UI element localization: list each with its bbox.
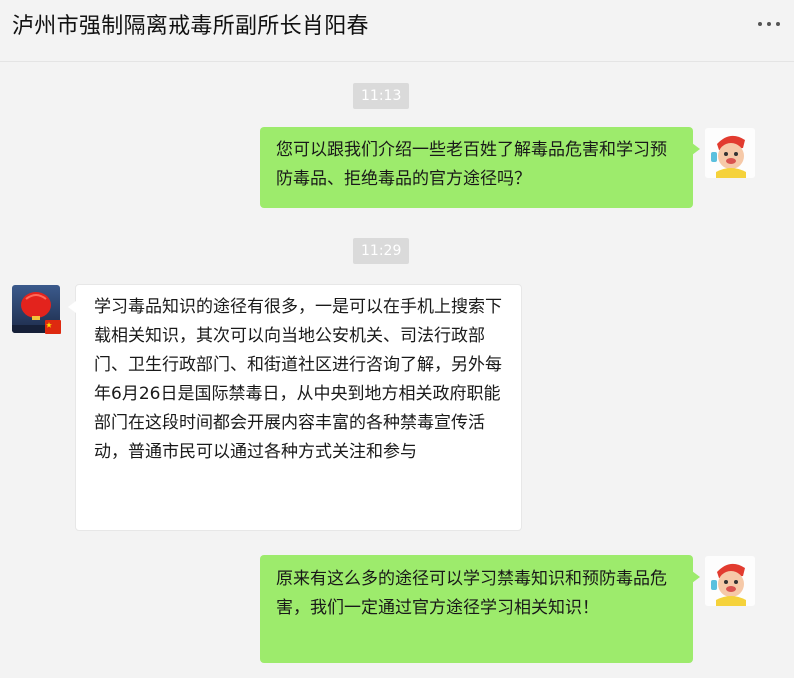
- message-bubble-outgoing[interactable]: 您可以跟我们介绍一些老百姓了解毒品危害和学习预防毒品、拒绝毒品的官方途径吗？: [260, 127, 700, 208]
- user-avatar[interactable]: [705, 128, 755, 178]
- more-dots-icon[interactable]: [758, 22, 780, 26]
- message-bubble-incoming[interactable]: 学习毒品知识的途径有很多，一是可以在手机上搜索下载相关知识，其次可以向当地公安机…: [68, 284, 522, 531]
- message-bubble-outgoing[interactable]: 原来有这么多的途径可以学习禁毒知识和预防毒品危害，我们一定通过官方途径学习相关知…: [260, 555, 700, 663]
- cartoon-avatar-icon: [705, 128, 755, 178]
- chat-title: 泸州市强制隔离戒毒所副所长肖阳春: [12, 14, 369, 39]
- timestamp: 11:29: [353, 238, 410, 264]
- user-avatar[interactable]: [705, 556, 755, 606]
- china-flag-icon: [45, 319, 61, 334]
- cartoon-avatar-icon: [705, 556, 755, 606]
- timestamp: 11:13: [353, 83, 410, 109]
- chat-header: 泸州市强制隔离戒毒所副所长肖阳春: [0, 0, 794, 62]
